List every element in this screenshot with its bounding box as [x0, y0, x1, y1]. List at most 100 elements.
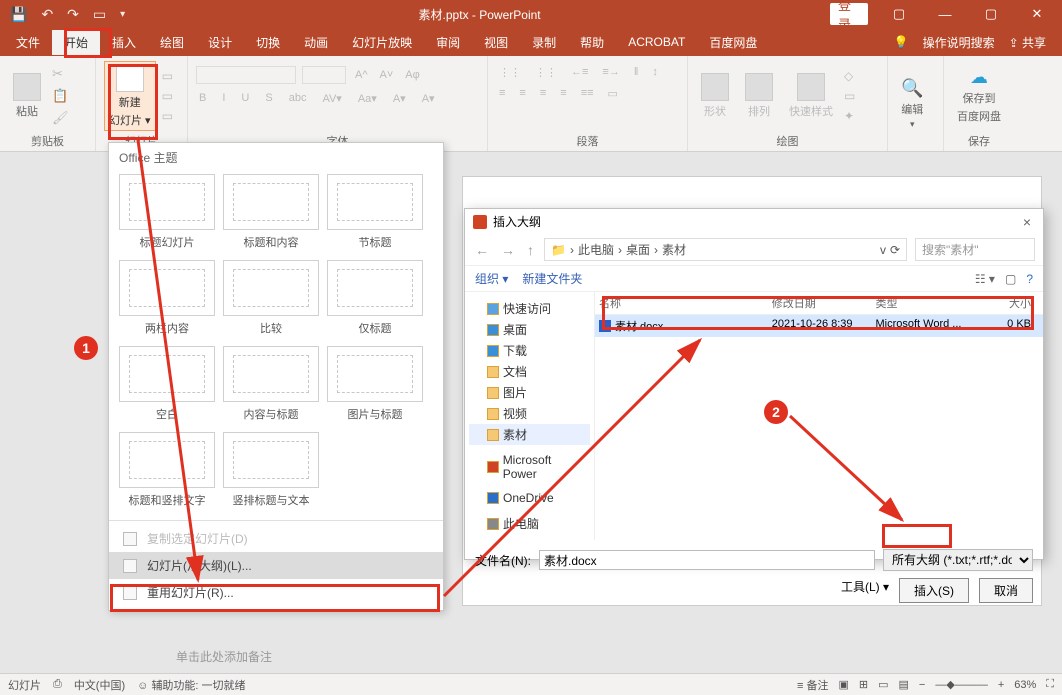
tree-thispc[interactable]: 此电脑	[469, 513, 590, 534]
pp-icon	[487, 461, 499, 473]
desktop-icon	[487, 324, 499, 336]
new-slide-button[interactable]: 新建幻灯片 ▾	[104, 61, 156, 131]
pc-icon	[487, 518, 499, 530]
layout-title-content[interactable]: 标题和内容	[223, 174, 319, 256]
status-spellcheck-icon[interactable]: ⎙	[53, 678, 62, 691]
layout-comparison[interactable]: 比较	[223, 260, 319, 342]
help-icon[interactable]: ?	[1026, 272, 1033, 286]
tree-pictures[interactable]: 图片	[469, 382, 590, 403]
zoom-in-icon[interactable]: +	[998, 679, 1004, 691]
file-list-header[interactable]: 名称修改日期类型大小	[595, 292, 1043, 315]
shapes-button[interactable]: 形状	[696, 70, 734, 122]
save-icon[interactable]: 💾	[10, 6, 27, 23]
tab-draw[interactable]: 绘图	[148, 30, 196, 55]
status-slide[interactable]: 幻灯片	[8, 677, 41, 693]
dialog-close-icon[interactable]: ×	[1019, 214, 1035, 230]
editing-button[interactable]: 🔍编辑▾	[896, 75, 928, 133]
zoom-slider[interactable]: —◆———	[935, 678, 987, 691]
new-folder-button[interactable]: 新建文件夹	[522, 270, 582, 287]
tree-sucai[interactable]: 素材	[469, 424, 590, 445]
login-button[interactable]: 登录	[830, 3, 868, 25]
status-lang[interactable]: 中文(中国)	[74, 677, 125, 693]
close-icon[interactable]: ✕	[1018, 3, 1056, 25]
layout-section-header[interactable]: 节标题	[327, 174, 423, 256]
tab-review[interactable]: 审阅	[424, 30, 472, 55]
view-slideshow-icon[interactable]: ▤	[899, 678, 909, 691]
fit-icon[interactable]: ⛶	[1046, 678, 1054, 691]
insert-button[interactable]: 插入(S)	[899, 578, 969, 603]
menu-slides-from-outline[interactable]: 幻灯片(从大纲)(L)...	[109, 552, 443, 579]
tree-mspp[interactable]: Microsoft Power	[469, 451, 590, 483]
layout-content-caption[interactable]: 内容与标题	[223, 346, 319, 428]
layout-vertical-title-text[interactable]: 竖排标题与文本	[223, 432, 319, 514]
tell-me[interactable]: 操作说明搜索	[923, 34, 995, 51]
share-button[interactable]: ⇪ 共享	[1009, 34, 1046, 51]
minimize-icon[interactable]: —	[926, 3, 964, 25]
tree-videos[interactable]: 视频	[469, 403, 590, 424]
tools-button[interactable]: 工具(L) ▾	[841, 578, 889, 603]
folder-tree: 快速访问 桌面 下载 文档 图片 视频 素材 Microsoft Power O…	[465, 292, 595, 540]
file-row[interactable]: 素材.docx 2021-10-26 8:39Microsoft Word ..…	[595, 315, 1043, 337]
breadcrumb[interactable]: 📁 ›此电脑 ›桌面 ›素材 v⟳	[544, 238, 907, 261]
star-icon	[487, 303, 499, 315]
quickstyle-button[interactable]: 快速样式	[784, 70, 838, 122]
zoom-value[interactable]: 63%	[1014, 679, 1036, 691]
tab-animation[interactable]: 动画	[292, 30, 340, 55]
menu-reuse-slides[interactable]: 重用幻灯片(R)...	[109, 579, 443, 606]
tab-baidu[interactable]: 百度网盘	[697, 30, 769, 55]
tree-quick-access[interactable]: 快速访问	[469, 298, 590, 319]
ribbon-display-icon[interactable]: ▢	[880, 3, 918, 25]
menu-duplicate-slide[interactable]: 复制选定幻灯片(D)	[109, 525, 443, 552]
view-reading-icon[interactable]: ▭	[878, 678, 888, 691]
tab-transition[interactable]: 切换	[244, 30, 292, 55]
view-sorter-icon[interactable]: ⊞	[859, 678, 868, 691]
tab-insert[interactable]: 插入	[100, 30, 148, 55]
layout-blank[interactable]: 空白	[119, 346, 215, 428]
organize-button[interactable]: 组织 ▾	[475, 270, 508, 287]
layout-title-slide[interactable]: 标题幻灯片	[119, 174, 215, 256]
tree-onedrive[interactable]: OneDrive	[469, 489, 590, 507]
arrange-button[interactable]: 排列	[740, 70, 778, 122]
clipboard-small-icons: ✂📋🖌	[52, 66, 69, 126]
nav-back-icon[interactable]: ←	[473, 242, 491, 258]
tab-view[interactable]: 视图	[472, 30, 520, 55]
tab-file[interactable]: 文件	[4, 30, 52, 55]
tab-help[interactable]: 帮助	[568, 30, 616, 55]
filetype-select[interactable]: 所有大纲 (*.txt;*.rtf;*.docm;*.d	[883, 549, 1033, 571]
layout-title-only[interactable]: 仅标题	[327, 260, 423, 342]
cancel-button[interactable]: 取消	[979, 578, 1033, 603]
lightbulb-icon: 💡	[894, 35, 909, 49]
status-notes[interactable]: ≡ 备注	[797, 677, 828, 693]
save-baidu-button[interactable]: ☁保存到百度网盘	[952, 64, 1006, 127]
tab-acrobat[interactable]: ACROBAT	[616, 31, 697, 53]
tab-slideshow[interactable]: 幻灯片放映	[340, 30, 424, 55]
tab-record[interactable]: 录制	[520, 30, 568, 55]
layout-two-content[interactable]: 两栏内容	[119, 260, 215, 342]
tab-home[interactable]: 开始	[52, 30, 100, 55]
redo-icon[interactable]: ↷	[67, 6, 79, 23]
notes-placeholder[interactable]: 单击此处添加备注	[176, 648, 272, 665]
undo-icon[interactable]: ↶	[41, 6, 53, 23]
maximize-icon[interactable]: ▢	[972, 3, 1010, 25]
refresh-icon[interactable]: ⟳	[890, 243, 900, 257]
preview-icon[interactable]: ▢	[1005, 272, 1016, 286]
paste-button[interactable]: 粘贴	[8, 70, 46, 122]
layout-title-vertical[interactable]: 标题和竖排文字	[119, 432, 215, 514]
pictures-icon	[487, 387, 499, 399]
tab-design[interactable]: 设计	[196, 30, 244, 55]
status-accessibility[interactable]: ☺ 辅助功能: 一切就绪	[137, 677, 245, 693]
download-icon	[487, 345, 499, 357]
tree-documents[interactable]: 文档	[469, 361, 590, 382]
nav-up-icon[interactable]: ↑	[525, 242, 536, 258]
zoom-out-icon[interactable]: −	[919, 679, 925, 691]
tree-downloads[interactable]: 下载	[469, 340, 590, 361]
slideshow-icon[interactable]: ▭	[93, 6, 106, 23]
layout-picture-caption[interactable]: 图片与标题	[327, 346, 423, 428]
search-input[interactable]: 搜索"素材"	[915, 238, 1035, 261]
qat-more-icon[interactable]: ▾	[120, 9, 125, 20]
filename-input[interactable]	[539, 550, 875, 570]
view-normal-icon[interactable]: ▣	[838, 678, 848, 691]
nav-forward-icon[interactable]: →	[499, 242, 517, 258]
tree-desktop[interactable]: 桌面	[469, 319, 590, 340]
view-icon[interactable]: ☷ ▾	[975, 272, 995, 286]
